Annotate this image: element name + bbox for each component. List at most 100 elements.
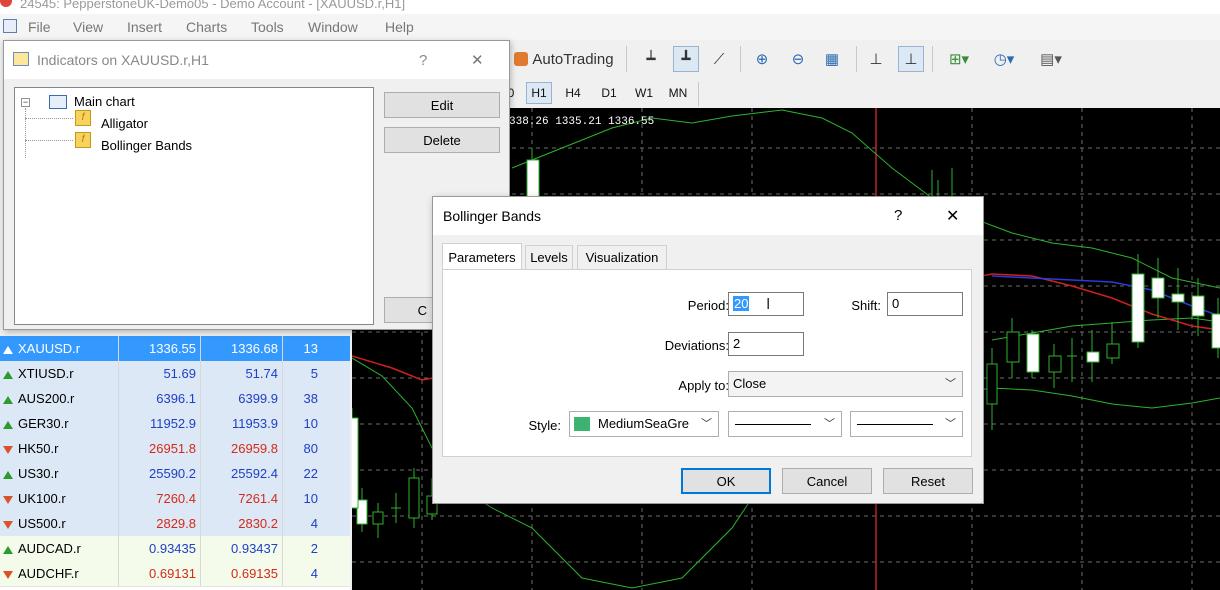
ask-cell: 0.69135 [200, 561, 280, 586]
indicators-window-icon [13, 52, 29, 66]
style-color-name: MediumSeaGre [598, 416, 690, 431]
market-watch-row[interactable]: US500.r 2829.8 2830.2 4 [0, 511, 350, 537]
apply-to-select[interactable]: Close ﹀ [728, 371, 963, 397]
line-style-preview [735, 424, 811, 425]
chevron-down-icon: ﹀ [701, 418, 712, 430]
arrow-down-icon [3, 445, 13, 454]
symbol-cell: US30.r [3, 461, 117, 486]
symbol-label: GER30.r [18, 416, 69, 431]
autotrading-button[interactable]: AutoTrading [508, 46, 620, 72]
autotrading-label: AutoTrading [532, 50, 614, 68]
menu-insert[interactable]: Insert [127, 19, 162, 35]
periods-icon[interactable]: ◷▾ [986, 46, 1022, 72]
symbol-label: XTIUSD.r [18, 366, 74, 381]
line-chart-icon[interactable]: ⟋ [708, 46, 730, 72]
ok-button[interactable]: OK [681, 468, 771, 494]
help-icon[interactable]: ? [419, 52, 427, 69]
close-icon[interactable]: ✕ [946, 206, 959, 226]
bollinger-icon: f [75, 132, 91, 148]
symbol-label: US500.r [18, 516, 66, 531]
ask-cell: 1336.68 [200, 336, 280, 361]
market-watch-row[interactable]: HK50.r 26951.8 26959.8 80 [0, 436, 350, 462]
tree-root-label[interactable]: Main chart [74, 94, 135, 109]
autoscroll-icon[interactable]: ⊥ [898, 46, 924, 72]
edit-button[interactable]: Edit [384, 92, 500, 118]
bollinger-dialog-title: Bollinger Bands [443, 208, 542, 224]
bid-cell: 0.69131 [118, 561, 198, 586]
market-watch-row[interactable]: XTIUSD.r 51.69 51.74 5 [0, 361, 350, 387]
style-color-select[interactable]: MediumSeaGre ﹀ [569, 411, 719, 437]
tf-h4[interactable]: H4 [560, 82, 586, 104]
symbol-cell: XAUUSD.r [3, 336, 117, 361]
tree-item-bollinger[interactable]: Bollinger Bands [101, 138, 192, 153]
reset-button[interactable]: Reset [883, 468, 973, 494]
indicators-icon[interactable]: ⊞▾ [942, 46, 976, 72]
period-input[interactable]: 20 I [728, 292, 804, 316]
arrow-up-icon [3, 345, 13, 354]
tile-windows-icon[interactable]: ▦ [820, 46, 844, 72]
close-button[interactable]: C [384, 297, 434, 323]
deviations-label: Deviations: [664, 338, 729, 353]
spread-cell: 80 [282, 436, 320, 461]
market-watch-row[interactable]: XAUUSD.r 1336.55 1336.68 13 [0, 336, 350, 362]
tf-mn[interactable]: MN [664, 82, 692, 104]
symbol-label: AUDCHF.r [18, 566, 79, 581]
chart-shift-icon[interactable]: ⊥ [865, 46, 887, 72]
zoom-in-icon[interactable]: ⊕ [750, 46, 774, 72]
tf-d1[interactable]: D1 [596, 82, 622, 104]
tf-w1[interactable]: W1 [630, 82, 658, 104]
market-watch-row[interactable]: GER30.r 11952.9 11953.9 10 [0, 411, 350, 437]
menu-tools[interactable]: Tools [251, 19, 284, 35]
delete-button[interactable]: Delete [384, 127, 500, 153]
spread-cell: 2 [282, 536, 320, 561]
market-watch-row[interactable]: US30.r 25590.2 25592.4 22 [0, 461, 350, 487]
cancel-button[interactable]: Cancel [782, 468, 872, 494]
bar-chart-icon[interactable]: ┷ [640, 46, 662, 72]
symbol-label: HK50.r [18, 441, 59, 456]
text-cursor-icon: I [766, 296, 771, 313]
market-watch-row[interactable]: UK100.r 7260.4 7261.4 10 [0, 486, 350, 512]
market-watch-row[interactable]: AUDCAD.r 0.93435 0.93437 2 [0, 536, 350, 562]
style-label: Style: [528, 418, 561, 433]
symbol-cell: US500.r [3, 511, 117, 536]
shift-input[interactable]: 0 [887, 292, 963, 316]
menu-charts[interactable]: Charts [186, 19, 227, 35]
ask-cell: 11953.9 [200, 411, 280, 436]
tf-h1[interactable]: H1 [526, 82, 552, 104]
arrow-up-icon [3, 420, 13, 429]
bid-cell: 26951.8 [118, 436, 198, 461]
zoom-out-icon[interactable]: ⊖ [786, 46, 810, 72]
templates-icon[interactable]: ▤▾ [1032, 46, 1070, 72]
market-watch-row[interactable]: AUDCHF.r 0.69131 0.69135 4 [0, 561, 350, 587]
tree-item-alligator[interactable]: Alligator [101, 116, 148, 131]
collapse-icon[interactable]: − [21, 98, 30, 107]
menu-view[interactable]: View [73, 19, 103, 35]
symbol-cell: AUDCHF.r [3, 561, 117, 586]
menu-file[interactable]: File [28, 19, 51, 35]
candlestick-chart-icon[interactable]: ┻ [673, 46, 699, 72]
arrow-up-icon [3, 545, 13, 554]
menu-window[interactable]: Window [308, 19, 358, 35]
menu-help[interactable]: Help [385, 19, 414, 35]
document-icon[interactable] [3, 19, 17, 33]
help-icon[interactable]: ? [894, 207, 902, 224]
deviations-input[interactable]: 2 [728, 332, 804, 356]
tab-visualization[interactable]: Visualization [577, 245, 667, 269]
ask-cell: 6399.9 [200, 386, 280, 411]
bid-cell: 51.69 [118, 361, 198, 386]
line-style-select[interactable]: ﹀ [728, 411, 842, 437]
close-icon[interactable]: ✕ [471, 51, 484, 69]
app-logo-icon [0, 0, 12, 7]
symbol-label: AUS200.r [18, 391, 75, 406]
line-width-select[interactable]: ﹀ [850, 411, 963, 437]
alligator-icon: f [75, 110, 91, 126]
line-width-preview [857, 424, 933, 425]
bid-cell: 25590.2 [118, 461, 198, 486]
arrow-down-icon [3, 495, 13, 504]
period-label: Period: [687, 298, 729, 313]
tab-levels[interactable]: Levels [525, 245, 573, 269]
spread-cell: 38 [282, 386, 320, 411]
market-watch-row[interactable]: AUS200.r 6396.1 6399.9 38 [0, 386, 350, 412]
period-value: 20 [733, 296, 750, 311]
tab-parameters[interactable]: Parameters [442, 243, 522, 271]
